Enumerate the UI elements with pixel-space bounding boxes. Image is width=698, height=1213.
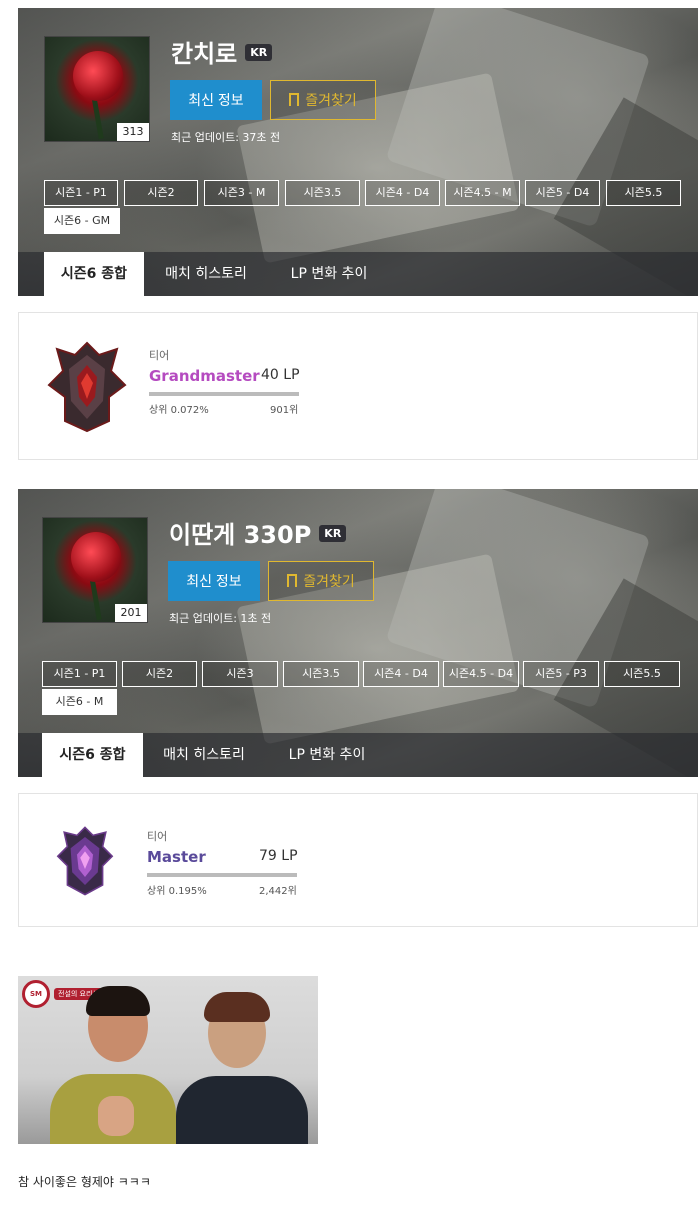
season-button[interactable]: 시즌5.5 bbox=[606, 180, 681, 206]
season-button[interactable]: 시즌3 - M bbox=[204, 180, 279, 206]
region-badge: KR bbox=[245, 43, 273, 61]
grandmaster-emblem-icon bbox=[47, 341, 127, 433]
tab-bar: 시즌6 종합 매치 히스토리 LP 변화 추이 bbox=[18, 733, 698, 777]
favorite-button[interactable]: 즐겨찾기 bbox=[270, 80, 376, 120]
tab-lp-graph[interactable]: LP 변화 추이 bbox=[272, 733, 382, 777]
refresh-button[interactable]: 최신 정보 bbox=[170, 80, 262, 120]
lp-progress-bar bbox=[149, 392, 299, 396]
season-button[interactable]: 시즌5.5 bbox=[604, 661, 680, 687]
tier-rank: 901위 bbox=[270, 405, 299, 416]
tier-panel: 티어 Master 79 LP 상위 0.195% 2,442위 bbox=[18, 793, 698, 927]
tier-panel: 티어 Grandmaster 40 LP 상위 0.072% 901위 bbox=[18, 312, 698, 460]
tier-percentile: 상위 0.072% bbox=[149, 405, 209, 416]
summoner-name: 이딴게 330P KR bbox=[169, 515, 347, 550]
show-logo: SM bbox=[22, 980, 50, 1008]
season-button-active[interactable]: 시즌6 - GM bbox=[44, 208, 120, 234]
lp-progress-bar bbox=[147, 873, 297, 877]
summoner-level: 313 bbox=[117, 123, 149, 141]
season-button[interactable]: 시즌2 bbox=[124, 180, 198, 206]
favorite-label: 즐겨찾기 bbox=[305, 92, 357, 108]
bookmark-icon bbox=[287, 574, 298, 587]
tab-season-summary[interactable]: 시즌6 종합 bbox=[44, 252, 144, 296]
profile-banner: 313 칸치로 KR 최신 정보 즐겨찾기 최근 업데이트: 37초 전 시즌1 … bbox=[18, 8, 698, 296]
tier-rank: 2,442위 bbox=[259, 886, 297, 897]
season-button[interactable]: 시즌2 bbox=[122, 661, 197, 687]
summoner-name-text: 이딴게 330P bbox=[169, 521, 312, 549]
season-button[interactable]: 시즌3.5 bbox=[283, 661, 359, 687]
lp-progress-fill bbox=[149, 392, 299, 396]
favorite-label: 즐겨찾기 bbox=[303, 573, 355, 589]
season-button[interactable]: 시즌5 - P3 bbox=[523, 661, 599, 687]
last-updated: 최근 업데이트: 1초 전 bbox=[169, 612, 272, 625]
season-button[interactable]: 시즌4 - D4 bbox=[363, 661, 439, 687]
tab-match-history[interactable]: 매치 히스토리 bbox=[146, 733, 262, 777]
season-button[interactable]: 시즌5 - D4 bbox=[525, 180, 600, 206]
profile-icon: 313 bbox=[44, 36, 150, 142]
favorite-button[interactable]: 즐겨찾기 bbox=[268, 561, 374, 601]
master-emblem-icon bbox=[56, 826, 114, 896]
summoner-level: 201 bbox=[115, 604, 147, 622]
season-button[interactable]: 시즌3 bbox=[202, 661, 278, 687]
tab-lp-graph[interactable]: LP 변화 추이 bbox=[274, 252, 384, 296]
tier-percentile: 상위 0.195% bbox=[147, 886, 207, 897]
season-button[interactable]: 시즌3.5 bbox=[285, 180, 360, 206]
lp-progress-fill bbox=[147, 873, 297, 877]
last-updated: 최근 업데이트: 37초 전 bbox=[171, 131, 281, 144]
season-button[interactable]: 시즌1 - P1 bbox=[42, 661, 117, 687]
profile-card-2: 201 이딴게 330P KR 최신 정보 즐겨찾기 최근 업데이트: 1초 전 … bbox=[18, 489, 698, 927]
season-button[interactable]: 시즌1 - P1 bbox=[44, 180, 118, 206]
tier-name: Grandmaster bbox=[149, 367, 260, 385]
bookmark-icon bbox=[289, 93, 300, 106]
tab-bar: 시즌6 종합 매치 히스토리 LP 변화 추이 bbox=[18, 252, 698, 296]
summoner-name-text: 칸치로 bbox=[171, 40, 238, 68]
tab-season-summary[interactable]: 시즌6 종합 bbox=[42, 733, 143, 777]
profile-banner: 201 이딴게 330P KR 최신 정보 즐겨찾기 최근 업데이트: 1초 전 … bbox=[18, 489, 698, 777]
profile-card-1: 313 칸치로 KR 최신 정보 즐겨찾기 최근 업데이트: 37초 전 시즌1 … bbox=[18, 8, 698, 460]
refresh-button[interactable]: 최신 정보 bbox=[168, 561, 260, 601]
tab-match-history[interactable]: 매치 히스토리 bbox=[148, 252, 264, 296]
tier-label: 티어 bbox=[149, 349, 170, 362]
tv-show-photo: SM 전설의 요리사 bbox=[18, 976, 318, 1144]
post-caption: 참 사이좋은 형제야 ㅋㅋㅋ bbox=[18, 1175, 151, 1189]
season-button-active[interactable]: 시즌6 - M bbox=[42, 689, 117, 715]
tier-lp: 79 LP bbox=[259, 848, 298, 864]
profile-icon: 201 bbox=[42, 517, 148, 623]
summoner-name: 칸치로 KR bbox=[171, 34, 273, 69]
season-button[interactable]: 시즌4.5 - D4 bbox=[443, 661, 519, 687]
season-button[interactable]: 시즌4.5 - M bbox=[445, 180, 520, 206]
tier-lp: 40 LP bbox=[261, 367, 300, 383]
tier-label: 티어 bbox=[147, 830, 168, 843]
tier-name: Master bbox=[147, 848, 206, 866]
season-button[interactable]: 시즌4 - D4 bbox=[365, 180, 440, 206]
region-badge: KR bbox=[319, 524, 347, 542]
